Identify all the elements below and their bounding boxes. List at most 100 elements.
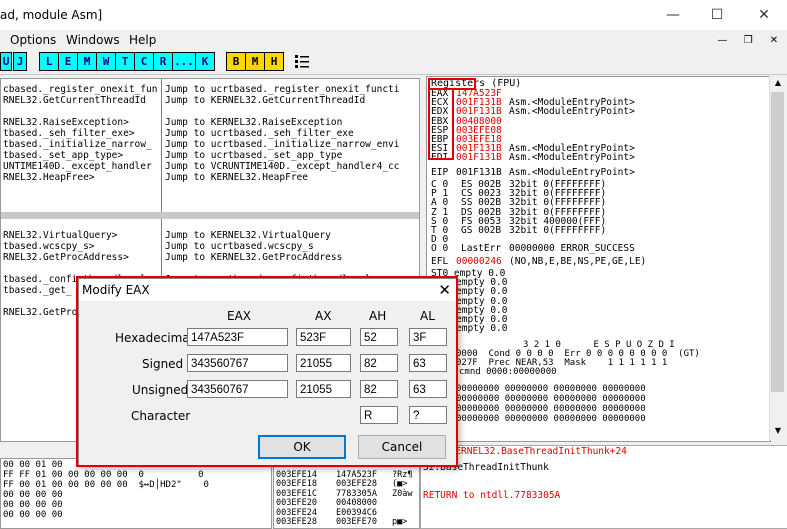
dialog-close-icon[interactable]: ✕ [438,281,451,299]
stack-address: 003EFE28 [276,517,317,527]
toolbar-r-button[interactable]: R [153,52,173,71]
efl-desc: (NO,NB,E,BE,NS,PE,GE,LE) [509,256,647,267]
column-header-ax: AX [315,309,332,323]
list-icon[interactable] [293,53,311,70]
minimize-button[interactable]: — [650,0,696,30]
column-header-ah: AH [369,309,387,323]
stack-address: 003EFE1C [276,488,317,499]
disasm-comment: Jump to ucrtbased._seh_filter_exe [165,128,354,139]
ok-button[interactable]: OK [258,435,346,459]
toolbar-m-button[interactable]: M [77,52,97,71]
al-unsigned-field[interactable]: 63 [409,380,447,398]
scroll-up-icon[interactable]: ▲ [770,76,786,90]
hexadecimal-label: Hexadecimal [115,331,193,345]
disasm-label: RNEL32.GetCurrentThreadId [3,95,146,106]
dialog-title: Modify EAX [82,283,150,297]
register-comment: Asm.<ModuleEntryPoint> [509,152,635,164]
disasm-label: RNEL32.RaiseException> [3,117,129,128]
disasm-comment: Jump to ucrtbased._register_onexit_funct… [165,84,400,95]
disasm-comment: Jump to ucrtbased.wcscpy_s [165,241,314,252]
mdi-close-button[interactable]: ✕ [765,34,783,48]
stack-ascii: Z0àw [392,488,413,499]
fpu-last-command: cmnd 0000:00000000 [459,367,557,377]
title-bar: ad, module Asm] — ☐ ✕ [0,0,787,30]
info-line-3: RETURN to ntdll.7783305A [423,490,561,501]
toolbar-l-button[interactable]: L [39,52,59,71]
disasm-label: tbased._seh_filter_exe> [3,128,135,139]
al-signed-field[interactable]: 63 [409,354,447,372]
dump-pane[interactable]: 00 00 01 00 FF FF 01 00 00 00 00 00 0 0 FF… [0,458,272,529]
ax-hex-field[interactable]: 523F [296,328,351,346]
registers-scrollbar[interactable]: ▲ ▼ [769,76,786,440]
disasm-comment: Jump to KERNEL32.GetCurrentThreadId [165,95,366,106]
menu-help[interactable]: Help [129,33,156,47]
stack-ascii: p■> [392,517,408,527]
stack-address: 003EFE14 [276,469,317,480]
column-header-al: AL [420,309,435,323]
info-pane[interactable]: 1 to KERNEL32.BaseThreadInitThunk+24 32.… [420,445,787,529]
dump-row: 00 00 00 00 [3,500,63,510]
stack-value: 147A523F [336,469,377,480]
disasm-comment: Jump to ucrtbased._initialize_narrow_env… [165,139,400,150]
stack-value: 7783305A [336,488,377,499]
ah-char-field[interactable]: R [360,406,398,424]
disasm-label: tbased._set_app_type> [3,150,124,161]
disasm-comment: Jump to KERNEL32.HeapFree [165,172,308,183]
al-char-field[interactable]: ? [409,406,447,424]
disasm-label: tbased._initialize_narrow_ [3,139,152,150]
toolbar-b-button[interactable]: B [226,52,246,71]
registers-pane[interactable]: Registers (FPU) EAX 147A523F ECX 001F131B As… [426,76,771,442]
maximize-button[interactable]: ☐ [694,0,740,30]
window-title: ad, module Asm] [0,8,103,22]
stack-ascii: ?Rz¶ [392,469,413,480]
menu-options[interactable]: Options [10,33,56,47]
toolbar-j-button[interactable]: J [13,52,27,71]
flag: O 0 [431,243,449,255]
disasm-comment: Jump to KERNEL32.VirtualQuery [165,230,331,241]
menu-windows[interactable]: Windows [66,33,120,47]
toolbar-e-button[interactable]: E [58,52,78,71]
toolbar-u-button[interactable]: U [0,52,12,71]
stack-value: E00394C6 [336,507,377,518]
ah-unsigned-field[interactable]: 82 [360,380,398,398]
toolbar-k-button[interactable]: K [195,52,215,71]
modify-eax-dialog: Modify EAX ✕ EAX AX AH AL Hexadecimal 14… [78,278,458,467]
close-button[interactable]: ✕ [741,0,787,30]
toolbar-h-button[interactable]: H [264,52,284,71]
dump-row: 00 00 00 00 [3,490,63,500]
ah-hex-field[interactable]: 52 [360,328,398,346]
ax-signed-field[interactable]: 21055 [296,354,351,372]
mdi-restore-button[interactable]: ❐ [739,34,757,48]
al-hex-field[interactable]: 3F [409,328,447,346]
disasm-comment: Jump to KERNEL32.GetProcAddress [165,252,343,263]
eax-hex-field[interactable]: 147A523F [187,328,288,346]
eip-comment: Asm.<ModuleEntryPoint> [509,167,635,178]
toolbar-m2-button[interactable]: M [245,52,265,71]
eax-unsigned-field[interactable]: 343560767 [187,380,288,398]
ah-signed-field[interactable]: 82 [360,354,398,372]
eax-signed-field[interactable]: 343560767 [187,354,288,372]
stack-value: 003EFE28 [336,479,377,489]
mdi-minimize-button[interactable]: — [713,34,731,48]
disasm-label: RNEL32.GetProc [3,307,84,318]
ax-unsigned-field[interactable]: 21055 [296,380,351,398]
toolbar-dots-button[interactable]: ... [172,52,196,71]
disasm-comment: Jump to ucrtbased._set_app_type [165,150,343,161]
disasm-label: tbased.wcscpy_s> [3,241,95,252]
scroll-down-icon[interactable]: ▼ [770,424,786,438]
segment-register: GS 002B [461,225,502,236]
dump-row: FF FF 01 00 00 00 00 00 0 0 [3,470,204,480]
toolbar-c-button[interactable]: C [134,52,154,71]
scroll-thumb[interactable] [771,92,784,392]
stack-pane[interactable]: 003EFE10003EFE14147A523F?Rz¶003EFE18003E… [273,458,420,529]
segment-register: LastErr [461,243,502,255]
disasm-comment: Jump to KERNEL32.RaiseException [165,117,343,128]
signed-label: Signed [142,357,184,371]
disasm-label: RNEL32.HeapFree> [3,172,95,183]
stack-value: 003EFE70 [336,517,377,527]
disasm-label: cbased._register_onexit_fun [3,84,158,95]
toolbar-w-button[interactable]: W [96,52,116,71]
cancel-button[interactable]: Cancel [358,435,446,459]
pane-splitter[interactable] [1,212,419,219]
toolbar-t-button[interactable]: T [115,52,135,71]
